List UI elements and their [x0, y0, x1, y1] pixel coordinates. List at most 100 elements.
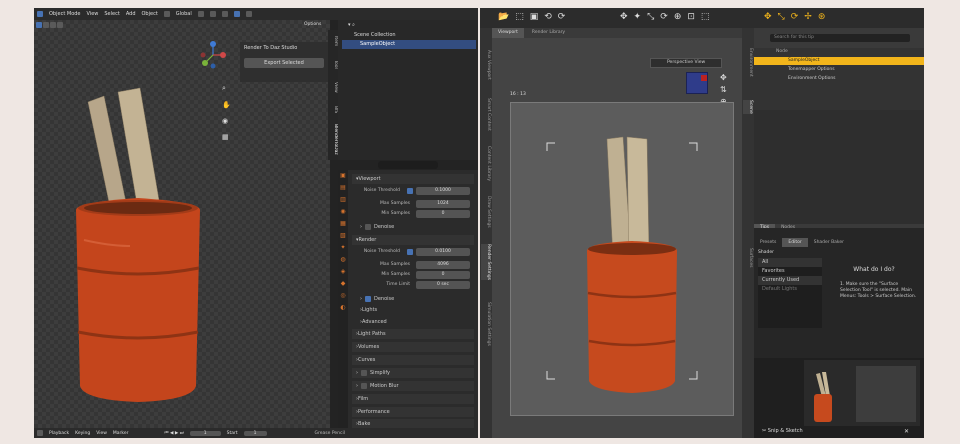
tab-surfaces[interactable]: Surfaces [743, 248, 753, 268]
render-frame[interactable] [510, 102, 734, 416]
outliner-filter-icon[interactable]: ▾ ⌕ [348, 22, 355, 28]
grid-icon[interactable]: ▦ [222, 133, 230, 141]
select-mode-group[interactable] [36, 22, 63, 28]
perspective-view-dropdown[interactable]: Perspective View [650, 58, 722, 68]
section-render[interactable]: ▾ Render [352, 235, 474, 245]
noise-threshold-field[interactable]: 0.1000 [416, 187, 470, 195]
section-simplify[interactable]: › Simplify [352, 368, 474, 378]
options-button[interactable]: Options [304, 22, 321, 27]
mode-selector[interactable]: Object Mode [49, 11, 81, 17]
section-curves[interactable]: › Curves [352, 355, 474, 365]
viewport-tabs: Viewport Render Library [492, 28, 742, 38]
close-icon[interactable]: ✕ [904, 428, 909, 435]
section-lights[interactable]: › Lights [352, 305, 474, 315]
tab-draw-settings[interactable]: Draw Settings [481, 196, 491, 228]
proportional-icon[interactable] [209, 11, 216, 17]
menu-playback[interactable]: Playback [49, 431, 69, 436]
shading-solid-icon[interactable] [233, 11, 240, 17]
universal-tools[interactable]: ✥⤡⟳✢⊛ [764, 12, 831, 22]
shading-material-icon[interactable] [245, 11, 252, 17]
section-grease-pencil[interactable]: Grease Pencil [315, 431, 345, 436]
motion-blur-checkbox[interactable] [361, 383, 367, 389]
scene-item-environment[interactable]: Environment Options [754, 75, 924, 83]
timeline-editor-icon[interactable] [37, 430, 43, 436]
noise-threshold-checkbox[interactable] [407, 188, 413, 194]
start-frame-field[interactable]: 1 [243, 430, 267, 436]
camera-icon[interactable]: ◉ [222, 117, 230, 125]
section-advanced[interactable]: › Advanced [352, 317, 474, 327]
tab-simulation-settings[interactable]: Simulation Settings [481, 302, 491, 346]
noise-threshold-field[interactable]: 0.0100 [416, 248, 470, 256]
menu-keying[interactable]: Keying [75, 431, 90, 436]
denoise-render-row[interactable]: › Denoise [352, 294, 474, 304]
zoom-icon[interactable]: ⌕ [222, 84, 230, 93]
tab-render-library[interactable]: Render Library [526, 28, 571, 38]
file-toolbar[interactable]: 📂⬚▣⟲⟳ [498, 12, 571, 22]
tab-viewport[interactable]: Viewport [492, 28, 524, 38]
section-performance[interactable]: › Performance [352, 407, 474, 417]
scene-item-tonemapper[interactable]: Tonemapper Options [754, 66, 924, 74]
tab-blendertodaz[interactable]: BlenderToDaz [328, 124, 338, 155]
section-bake[interactable]: › Bake [352, 419, 474, 428]
tab-bis[interactable]: BIS [328, 106, 338, 113]
snip-sketch-notification[interactable]: ✂ Snip & Sketch ✕ [754, 358, 924, 438]
section-viewport[interactable]: ▾ Viewport [352, 174, 474, 184]
scene-collection[interactable]: Scene Collection [354, 32, 396, 38]
section-motion-blur[interactable]: › Motion Blur [352, 381, 474, 391]
tab-tool[interactable]: Tool [328, 60, 338, 69]
tool-toolbar[interactable]: ✥✦⤡⟳⊕⊡⬚ [620, 12, 715, 22]
3d-viewport[interactable]: Options ⌕ ✋ ◉ ▦ Render To Daz Studio Exp… [34, 20, 330, 428]
denoise-checkbox[interactable] [365, 224, 371, 230]
tab-environment[interactable]: Environment [743, 48, 753, 77]
shader-list-item[interactable]: Favorites [758, 267, 822, 276]
menu-add[interactable]: Add [126, 11, 136, 17]
view-cube[interactable] [686, 72, 708, 94]
navigation-gizmo[interactable] [200, 40, 226, 70]
tab-editor[interactable]: Editor [782, 238, 808, 247]
pan-icon[interactable]: ✋ [222, 101, 231, 109]
denoise-viewport-row[interactable]: › Denoise [352, 222, 474, 232]
menu-object[interactable]: Object [142, 11, 158, 17]
section-film[interactable]: › Film [352, 394, 474, 404]
tab-aux-viewport[interactable]: Aux Viewport [481, 50, 491, 80]
simplify-checkbox[interactable] [361, 370, 367, 376]
max-samples-field[interactable]: 4096 [416, 261, 470, 269]
barrel-model[interactable] [70, 80, 210, 428]
noise-threshold-label: Noise Threshold [363, 249, 400, 254]
tab-view[interactable]: View [328, 82, 338, 93]
menu-select[interactable]: Select [104, 11, 119, 17]
section-light-paths[interactable]: › Light Paths [352, 329, 474, 339]
scene-search-input[interactable]: Search for this tip [770, 34, 910, 42]
daz-scene[interactable] [511, 103, 734, 416]
tab-scene[interactable]: Scene [743, 100, 753, 114]
tab-item[interactable]: Item [328, 36, 338, 46]
menu-view[interactable]: View [96, 431, 107, 436]
max-samples-field[interactable]: 1024 [416, 200, 470, 208]
tab-smart-content[interactable]: Smart Content [481, 98, 491, 131]
shader-list-item[interactable]: Currently Used [758, 276, 822, 285]
tab-content-library[interactable]: Content Library [481, 146, 491, 181]
tab-render-settings[interactable]: Render Settings [481, 244, 491, 280]
tab-shader-baker[interactable]: Shader Baker [808, 238, 850, 247]
playback-controls[interactable]: ⏮ ◀ ▶ ⏭ [164, 430, 183, 436]
properties-search[interactable] [378, 161, 438, 169]
menu-view[interactable]: View [87, 11, 99, 17]
section-volumes[interactable]: › Volumes [352, 342, 474, 352]
editor-type-icon[interactable] [37, 11, 43, 17]
menu-marker[interactable]: Marker [113, 431, 129, 436]
min-samples-field[interactable]: 0 [416, 271, 470, 279]
current-frame-field[interactable]: 1 [189, 430, 221, 436]
transform-orientation[interactable]: Global [176, 11, 192, 17]
shader-list-item[interactable]: Default Lights [758, 285, 822, 294]
time-limit-field[interactable]: 0 sec [416, 281, 470, 289]
overlay-icon[interactable] [221, 11, 228, 17]
scene-item-sampleobject[interactable]: SampleObject [754, 57, 924, 65]
noise-threshold-checkbox[interactable] [407, 249, 413, 255]
shader-list-item[interactable]: All [758, 258, 822, 267]
tab-presets[interactable]: Presets [754, 238, 782, 247]
outliner-item-sampleobject[interactable]: SampleObject [342, 40, 476, 49]
snap-icon[interactable] [197, 11, 204, 17]
export-selected-button[interactable]: Export Selected [244, 58, 324, 68]
min-samples-field[interactable]: 0 [416, 210, 470, 218]
denoise-checkbox[interactable] [365, 296, 371, 302]
